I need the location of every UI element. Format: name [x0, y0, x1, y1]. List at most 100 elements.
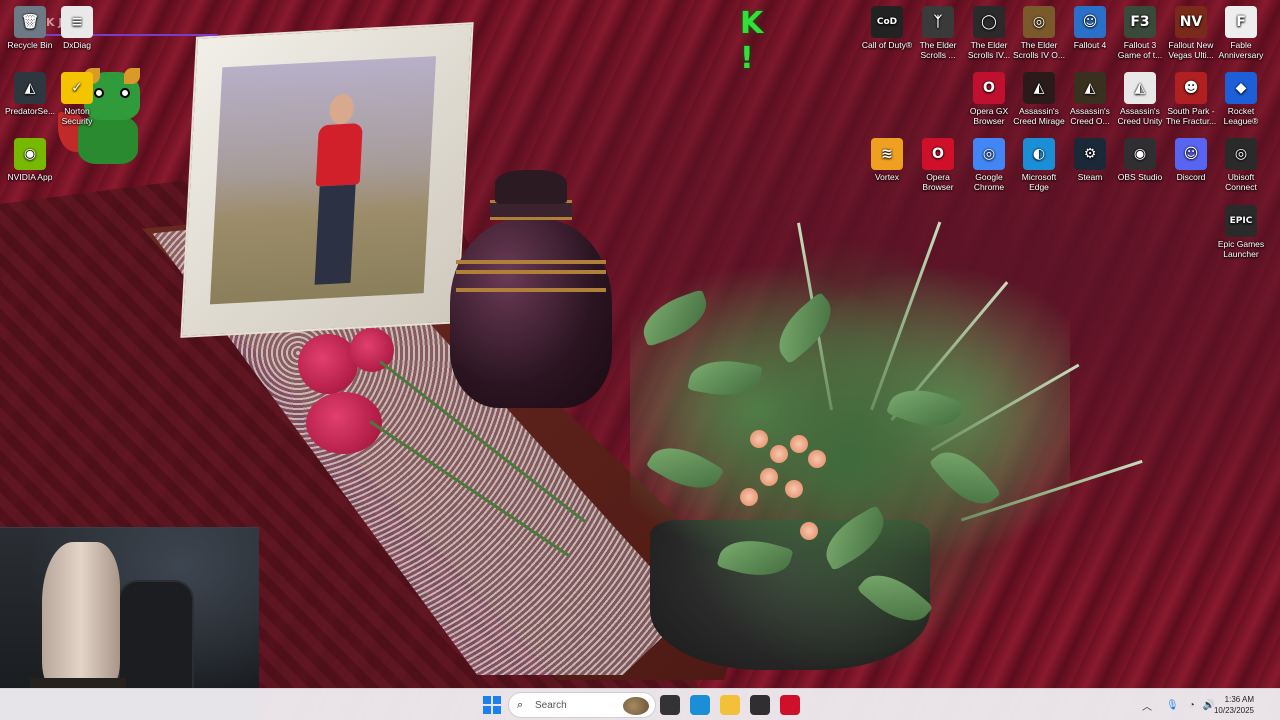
desktop-shortcut[interactable]: EPIC Epic Games Launcher	[1214, 205, 1268, 259]
epic-games-icon: EPIC	[1225, 205, 1257, 237]
desktop-shortcut[interactable]: ☻ South Park - The Fractur...	[1164, 72, 1218, 126]
wallpaper-plant	[630, 200, 1143, 670]
desktop-shortcut[interactable]: ◆ Rocket League®	[1214, 72, 1268, 126]
desktop-shortcut[interactable]: ◎ The Elder Scrolls IV O...	[1012, 6, 1066, 60]
desktop-shortcut[interactable]: ◎ Google Chrome	[962, 138, 1016, 192]
desktop-shortcut[interactable]: ◭ PredatorSe...	[3, 72, 57, 116]
desktop-shortcut-label: Fallout 3 Game of t...	[1117, 40, 1163, 60]
desktop-shortcut-label: South Park - The Fractur...	[1165, 106, 1217, 126]
desktop-shortcut-label: PredatorSe...	[4, 106, 56, 116]
search-icon: ⌕	[517, 699, 524, 711]
desktop-shortcut-label: Google Chrome	[973, 172, 1005, 192]
desktop-shortcut[interactable]: ◉ OBS Studio	[1113, 138, 1167, 182]
desktop-shortcut[interactable]: O Opera Browser	[911, 138, 965, 192]
nvidia-icon: ◉	[14, 138, 46, 170]
desktop-shortcut-label: The Elder Scrolls IV O...	[1013, 40, 1065, 60]
fable-anniversary-icon: F	[1225, 6, 1257, 38]
desktop-shortcut[interactable]: ᛉ The Elder Scrolls ...	[911, 6, 965, 60]
desktop-shortcut[interactable]: F3 Fallout 3 Game of t...	[1113, 6, 1167, 60]
microsoft-edge-icon: ◐	[1023, 138, 1055, 170]
wifi-icon[interactable]: ◔	[1189, 700, 1195, 711]
desktop-shortcut[interactable]: ☺ Discord	[1164, 138, 1218, 182]
desktop-shortcut[interactable]: ⚙ Steam	[1063, 138, 1117, 182]
desktop-shortcut-label: Microsoft Edge	[1021, 172, 1057, 192]
south-park-icon: ☻	[1175, 72, 1207, 104]
clock[interactable]: 1:36 AM 10/23/2025	[1214, 694, 1254, 716]
taskbar: ⌕ Search ︿ 🎙 ◔ 🔊 1:36 AM 10/23/2025	[0, 688, 1280, 720]
task-view-icon[interactable]	[660, 695, 680, 715]
desktop-shortcut[interactable]: CoD Call of Duty®	[860, 6, 914, 50]
wallpaper-rose	[298, 334, 358, 394]
desktop-shortcut[interactable]: ◯ The Elder Scrolls IV...	[962, 6, 1016, 60]
file-explorer-icon[interactable]	[720, 695, 740, 715]
search-highlight-image	[623, 697, 649, 715]
desktop-shortcut[interactable]: ◭ Assassin's Creed Mirage	[1012, 72, 1066, 126]
edge-taskbar-icon[interactable]	[690, 695, 710, 715]
obs-taskbar-icon[interactable]	[750, 695, 770, 715]
norton-icon: ✓	[61, 72, 93, 104]
wallpaper-photo	[209, 56, 437, 305]
desktop-shortcut-label: Epic Games Launcher	[1217, 239, 1265, 259]
desktop-shortcut-label: Norton Security	[61, 106, 93, 126]
start-button[interactable]	[483, 696, 501, 714]
ubisoft-connect-icon: ◎	[1225, 138, 1257, 170]
opera-browser-icon: O	[922, 138, 954, 170]
predatorsense-icon: ◭	[14, 72, 46, 104]
elder-scrolls-iv-oblivion-icon: ◎	[1023, 6, 1055, 38]
desktop-shortcut[interactable]: 🗑 Recycle Bin	[3, 6, 57, 50]
desktop-shortcut-label: Assassin's Creed Mirage	[1013, 106, 1065, 126]
desktop-shortcut-label: Fallout New Vegas Ulti...	[1168, 40, 1214, 60]
desktop-shortcut-label: Call of Duty®	[861, 40, 913, 50]
fallout-3-icon: F3	[1124, 6, 1156, 38]
desktop-shortcut[interactable]: ≋ Vortex	[860, 138, 914, 182]
desktop-shortcut-label: Fallout 4	[1073, 40, 1107, 50]
desktop-shortcut[interactable]: ✓ Norton Security	[50, 72, 104, 126]
assassins-creed-unity-icon: ◭	[1124, 72, 1156, 104]
desktop-shortcut[interactable]: ◎ Ubisoft Connect	[1214, 138, 1268, 192]
fallout-4-icon: ☺	[1074, 6, 1106, 38]
discord-icon: ☺	[1175, 138, 1207, 170]
desktop-shortcut-label: Discord	[1176, 172, 1206, 182]
opera-gx-icon: O	[973, 72, 1005, 104]
clock-time: 1:36 AM	[1224, 695, 1254, 704]
desktop-shortcut[interactable]: O Opera GX Browser	[962, 72, 1016, 126]
microphone-icon[interactable]: 🎙	[1166, 700, 1179, 711]
fallout-new-vegas-icon: NV	[1175, 6, 1207, 38]
obs-studio-icon: ◉	[1124, 138, 1156, 170]
elder-scrolls-skyrim-icon: ᛉ	[922, 6, 954, 38]
webcam-person	[42, 542, 120, 692]
desktop-shortcut-label: Assassin's Creed Unity	[1117, 106, 1163, 126]
elder-scrolls-iv-icon: ◯	[973, 6, 1005, 38]
desktop-shortcut-label: Assassin's Creed O...	[1070, 106, 1110, 126]
recycle-bin-icon: 🗑	[14, 6, 46, 38]
system-tray: ︿ 🎙 ◔ 🔊	[1142, 689, 1215, 720]
chevron-up-icon[interactable]: ︿	[1142, 698, 1152, 713]
desktop-shortcut[interactable]: ◭ Assassin's Creed Unity	[1113, 72, 1167, 126]
desktop-shortcut[interactable]: ◭ Assassin's Creed O...	[1063, 72, 1117, 126]
desktop-shortcut[interactable]: ◉ NVIDIA App	[3, 138, 57, 182]
desktop-shortcut-label: The Elder Scrolls ...	[919, 40, 957, 60]
google-chrome-icon: ◎	[973, 138, 1005, 170]
wallpaper-urn	[450, 170, 612, 410]
desktop-shortcut[interactable]: ≡ DxDiag	[50, 6, 104, 50]
desktop-shortcut-label: Steam	[1077, 172, 1103, 182]
clock-date: 10/23/2025	[1213, 706, 1254, 715]
dxdiag-icon: ≡	[61, 6, 93, 38]
desktop-shortcut-label: Opera GX Browser	[969, 106, 1009, 126]
opera-taskbar-icon[interactable]	[780, 695, 800, 715]
desktop-shortcut-label: Rocket League®	[1223, 106, 1259, 126]
stream-overlay-k: K !	[740, 6, 770, 76]
desktop-shortcut-label: OBS Studio	[1117, 172, 1163, 182]
assassins-creed-origins-icon: ◭	[1074, 72, 1106, 104]
desktop-shortcut[interactable]: ☺ Fallout 4	[1063, 6, 1117, 50]
search-placeholder: Search	[535, 699, 567, 711]
desktop-shortcut[interactable]: F Fable Anniversary	[1214, 6, 1268, 60]
wallpaper-photo-frame	[180, 22, 474, 338]
taskbar-search[interactable]: ⌕ Search	[508, 692, 656, 718]
vortex-icon: ≋	[871, 138, 903, 170]
desktop-shortcut[interactable]: NV Fallout New Vegas Ulti...	[1164, 6, 1218, 60]
steam-icon: ⚙	[1074, 138, 1106, 170]
desktop-shortcut[interactable]: ◐ Microsoft Edge	[1012, 138, 1066, 192]
desktop-shortcut-label: DxDiag	[63, 40, 91, 50]
assassins-creed-mirage-icon: ◭	[1023, 72, 1055, 104]
